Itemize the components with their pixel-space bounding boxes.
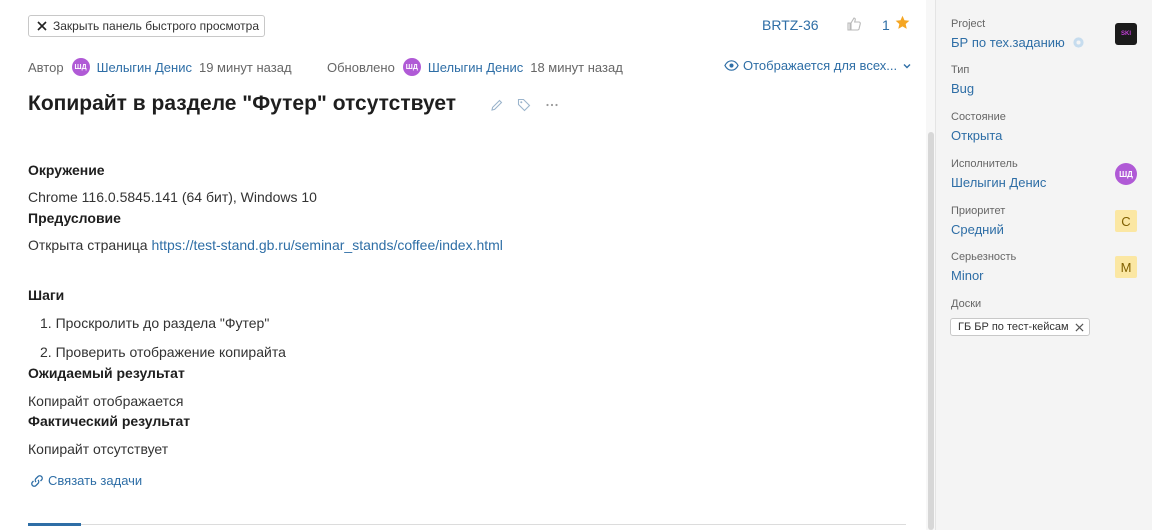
author-avatar[interactable]: ШД [71,58,90,76]
updated-label: Обновлено [327,59,395,75]
author-label: Автор [28,59,64,75]
list-item: 2. Проверить отображение копирайта [40,344,286,360]
state-value[interactable]: Открыта [951,128,1002,143]
assignee-label: Исполнитель [951,158,1018,170]
more-actions-icon[interactable] [545,98,559,112]
boards-label: Доски [951,298,982,310]
board-tag-label: ГБ БР по тест-кейсам [958,321,1069,333]
author-row: Автор ШД Шелыгин Денис 19 минут назад [28,58,292,76]
env-text: Chrome 116.0.5845.141 (64 бит), Windows … [28,189,317,205]
state-label: Состояние [951,111,1006,123]
actual-heading: Фактический результат [28,413,191,429]
type-value[interactable]: Bug [951,81,974,96]
expected-heading: Ожидаемый результат [28,365,185,381]
gear-icon[interactable] [1072,36,1085,49]
created-time: 19 минут назад [198,59,292,75]
scrollbar-thumb[interactable] [928,132,934,530]
close-quickview-button[interactable]: Закрыть панель быстрого просмотра [28,15,265,37]
vote-count[interactable]: 1 [882,17,890,33]
issue-title: Копирайт в разделе "Футер" отсутствует [28,92,457,115]
assignee-avatar[interactable]: ШД [1115,163,1137,185]
updater-avatar[interactable]: ШД [402,58,421,76]
priority-value[interactable]: Средний [951,222,1004,237]
link-tasks-button[interactable]: Связать задачи [30,473,142,488]
assignee-value[interactable]: Шелыгин Денис [951,175,1046,190]
remove-tag-icon[interactable] [1075,322,1084,332]
steps-heading: Шаги [28,287,65,303]
tag-icon[interactable] [517,98,531,112]
project-label: Project [951,18,986,30]
close-icon [37,21,47,31]
visibility-label: Отображается для всех... [743,58,898,73]
thumbs-up-icon[interactable] [846,16,862,32]
actual-text: Копирайт отсутствует [28,441,169,457]
link-tasks-label: Связать задачи [48,473,143,488]
tabs-divider [28,524,906,525]
severity-value[interactable]: Minor [951,268,984,283]
list-item: 1. Проскролить до раздела "Футер" [40,315,270,331]
updated-row: Обновлено ШД Шелыгин Денис 18 минут наза… [327,58,623,76]
priority-badge: С [1115,210,1137,232]
chevron-down-icon [903,63,911,68]
severity-label: Серьезность [951,251,1017,263]
link-icon [31,474,43,487]
precondition-url-link[interactable]: https://test-stand.gb.ru/seminar_stands/… [151,237,502,253]
precondition-heading: Предусловие [28,210,121,226]
board-tag[interactable]: ГБ БР по тест-кейсам [950,318,1090,336]
issue-main-panel: Закрыть панель быстрого просмотра BRTZ-3… [0,0,926,530]
author-name-link[interactable]: Шелыгин Денис [97,60,192,75]
active-tab-indicator[interactable] [28,523,81,526]
priority-label: Приоритет [951,205,1006,217]
updater-name-link[interactable]: Шелыгин Денис [428,60,523,75]
visibility-dropdown[interactable]: Отображается для всех... [724,58,912,73]
close-quickview-label: Закрыть панель быстрого просмотра [53,19,260,33]
precondition-prefix: Открыта страница [28,237,152,253]
edit-pencil-icon[interactable] [490,98,504,112]
type-label: Тип [951,64,970,76]
env-heading: Окружение [28,162,105,178]
scrollbar[interactable] [926,0,936,530]
project-value[interactable]: БР по тех.заданию [951,35,1065,50]
project-logo: SKI [1115,23,1137,45]
updated-time: 18 минут назад [530,59,623,75]
severity-badge: M [1115,256,1137,278]
precondition-text: Открыта страница https://test-stand.gb.r… [28,237,503,253]
issue-key-link[interactable]: BRTZ-36 [762,17,819,33]
eye-icon [724,60,739,71]
star-icon[interactable] [895,15,910,30]
expected-text: Копирайт отображается [28,393,184,409]
